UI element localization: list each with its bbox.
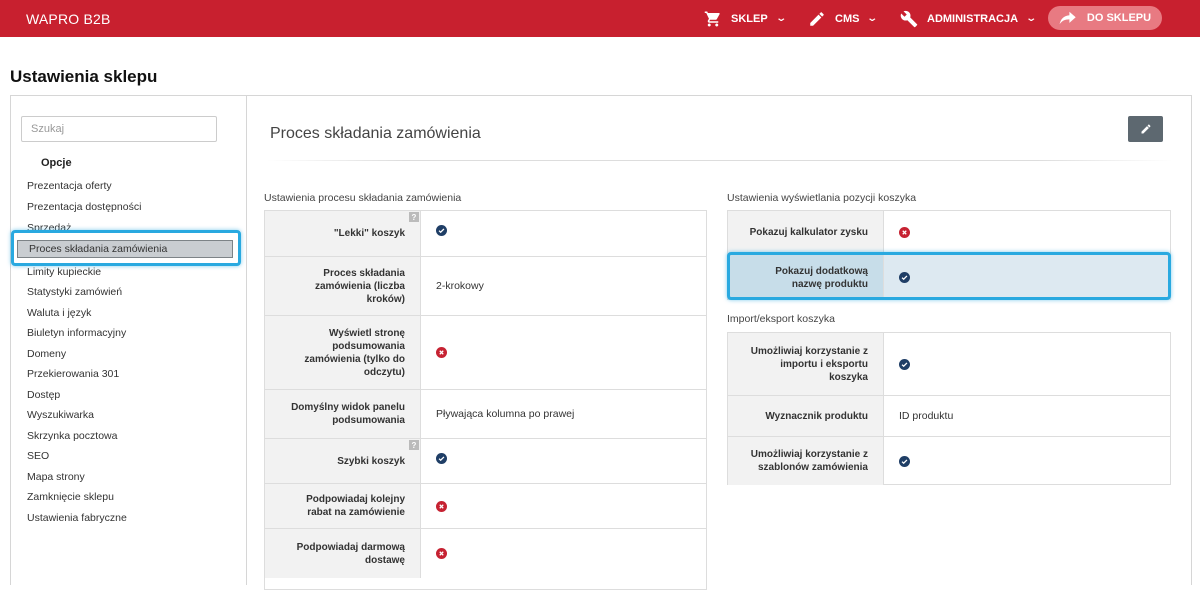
setting-row-kolejny-rabat: Podpowiadaj kolejny rabat na zamówienie [265,483,706,528]
sidebar-group-label: Opcje [41,157,72,169]
search-input[interactable]: Szukaj [21,116,217,142]
setting-row-szablony-zamowienia: Umożliwiaj korzystanie z szablonów zamów… [728,436,1170,485]
cart-icon [704,11,720,26]
setting-row-szybki-koszyk: Szybki koszyk ? [265,438,706,483]
setting-row-lekki-koszyk: "Lekki" koszyk ? [265,211,706,256]
sidebar-item-statystyki-zamowien[interactable]: Statystyki zamówień [27,286,122,298]
help-icon[interactable]: ? [409,212,419,222]
sidebar-item-prezentacja-oferty[interactable]: Prezentacja oferty [27,180,112,192]
help-icon[interactable]: ? [409,440,419,450]
setting-row-domyslny-widok: Domyślny widok panelu podsumowania Pływa… [265,389,706,438]
setting-label: Podpowiadaj darmową dostawę [265,529,421,578]
section-title: Proces składania zamówienia [270,125,481,142]
pencil-icon [810,11,824,26]
edit-button[interactable] [1128,116,1163,142]
setting-row-import-eksport: Umożliwiaj korzystanie z importu i ekspo… [728,333,1170,395]
settings-panel: Szukaj Opcje Prezentacja oferty Prezenta… [10,95,1193,590]
setting-row-dodatkowa-nazwa: Pokazuj dodatkową nazwę produktu [728,254,1170,300]
top-navigation-bar: WAPRO B2B SKLEP ⌄ CMS ⌄ ADMINISTRACJA ⌄ … [0,0,1200,37]
check-icon [436,225,447,236]
sidebar-item-ustawienia-fabryczne[interactable]: Ustawienia fabryczne [27,512,127,524]
brand-logo[interactable]: WAPRO B2B [26,11,111,27]
setting-value: Pływająca kolumna po prawej [436,408,575,420]
sidebar-item-zamkniecie-sklepu[interactable]: Zamknięcie sklepu [27,491,114,503]
check-icon [899,455,910,467]
sidebar-item-prezentacja-dostepnosci[interactable]: Prezentacja dostępności [27,201,141,213]
setting-value: ID produktu [899,410,954,422]
cross-icon [436,548,447,559]
wrench-icon [900,10,918,27]
cross-icon [899,227,910,238]
sidebar-item-seo[interactable]: SEO [27,450,49,462]
chevron-down-icon: ⌄ [866,13,879,24]
sidebar-item-waluta-i-jezyk[interactable]: Waluta i język [27,307,91,319]
left-section-label: Ustawienia procesu składania zamówienia [264,192,462,204]
chevron-down-icon: ⌄ [775,13,787,24]
page-title: Ustawienia sklepu [10,67,158,86]
nav-sklep-label: SKLEP [731,12,768,25]
chevron-down-icon: ⌄ [1025,13,1038,24]
right-section-label: Ustawienia wyświetlania pozycji koszyka [727,192,917,204]
sidebar-item-proces-skladania-zamowienia[interactable]: Proces składania zamówienia [17,240,233,258]
setting-label: Umożliwiaj korzystanie z szablonów zamów… [728,437,884,485]
setting-label: Pokazuj kalkulator zysku [728,211,884,254]
setting-row-darmowa-dostawa: Podpowiadaj darmową dostawę [265,528,706,578]
check-icon [899,358,910,370]
sidebar-item-skrzynka-pocztowa[interactable]: Skrzynka pocztowa [27,430,117,442]
setting-row-strona-podsumowania: Wyświetl stronę podsumowania zamówienia … [265,315,706,389]
order-process-settings-table: "Lekki" koszyk ? Proces składania zamówi… [264,210,707,590]
sidebar-item-sprzedaz[interactable]: Sprzedaż [27,222,71,234]
setting-label: Proces składania zamówienia (liczba krok… [265,257,421,315]
nav-administracja[interactable]: ADMINISTRACJA ⌄ [900,0,1038,37]
cross-icon [436,500,447,512]
go-to-shop-label: DO SKLEPU [1086,12,1152,24]
sidebar-item-dostep[interactable]: Dostęp [27,389,60,401]
setting-label: Wyznacznik produktu [728,396,884,436]
check-icon [899,272,910,283]
check-icon [436,452,447,464]
setting-label: Szybki koszyk [265,439,421,483]
cross-icon [436,347,447,358]
nav-cms-label: CMS [835,12,860,25]
setting-row-proces-skladania: Proces składania zamówienia (liczba krok… [265,256,706,315]
sidebar: Szukaj Opcje Prezentacja oferty Prezenta… [11,96,247,585]
share-arrow-icon [1059,11,1076,25]
setting-label: Umożliwiaj korzystanie z importu i ekspo… [728,333,884,395]
nav-sklep[interactable]: SKLEP ⌄ [704,0,787,37]
title-divider [267,160,1173,161]
sidebar-item-mapa-strony[interactable]: Mapa strony [27,471,85,483]
cart-display-settings-table: Pokazuj kalkulator zysku Pokazuj dodatko… [727,210,1171,300]
nav-cms[interactable]: CMS ⌄ [808,0,879,37]
setting-label: "Lekki" koszyk [265,211,421,256]
go-to-shop-button[interactable]: DO SKLEPU [1048,6,1162,30]
setting-label: Wyświetl stronę podsumowania zamówienia … [265,316,421,389]
setting-label: Domyślny widok panelu podsumowania [265,390,421,438]
sidebar-item-przekierowania-301[interactable]: Przekierowania 301 [27,368,119,380]
sidebar-item-limity-kupieckie[interactable]: Limity kupieckie [27,266,101,278]
import-export-settings-table: Umożliwiaj korzystanie z importu i ekspo… [727,332,1171,485]
pencil-icon [1141,124,1150,134]
content-area: Proces składania zamówienia Ustawienia p… [247,96,1193,590]
setting-row-wyznacznik-produktu: Wyznacznik produktu ID produktu [728,395,1170,436]
sidebar-item-biuletyn-informacyjny[interactable]: Biuletyn informacyjny [27,327,126,339]
setting-label: Pokazuj dodatkową nazwę produktu [728,255,884,300]
sidebar-item-domeny[interactable]: Domeny [27,348,66,360]
sidebar-item-wyszukiwarka[interactable]: Wyszukiwarka [27,409,94,421]
import-export-section-label: Import/eksport koszyka [727,313,835,325]
setting-label: Podpowiadaj kolejny rabat na zamówienie [265,484,421,528]
nav-administracja-label: ADMINISTRACJA [927,12,1019,25]
setting-value: 2-krokowy [436,280,484,292]
setting-row-kalkulator-zysku: Pokazuj kalkulator zysku [728,211,1170,254]
